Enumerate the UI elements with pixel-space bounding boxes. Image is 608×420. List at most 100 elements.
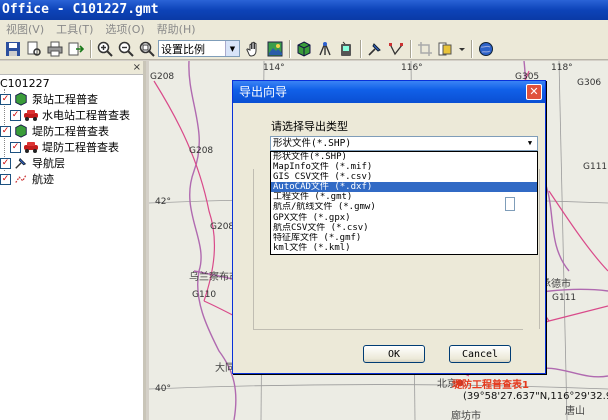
menu-options[interactable]: 选项(O)	[99, 20, 150, 38]
road-label: G208	[150, 72, 175, 82]
car-icon	[23, 140, 39, 154]
line-tool-button[interactable]	[386, 39, 406, 59]
road-label: G111	[583, 162, 608, 172]
tree-root-label: C101227	[0, 76, 50, 90]
list-item[interactable]: kml文件 (*.kml)	[271, 243, 537, 253]
crop-button[interactable]	[415, 39, 435, 59]
tree-item-embankment-group[interactable]: ✓ 堤防工程普查表	[0, 123, 109, 139]
export-icon	[68, 42, 84, 55]
gps-device-button[interactable]	[336, 39, 356, 59]
hand-icon	[246, 41, 257, 57]
ok-button[interactable]: OK	[363, 345, 425, 363]
zoom-in-icon	[97, 41, 113, 57]
marker-label: 堤防工程普查表1	[452, 380, 529, 391]
tree-root[interactable]: C101227	[0, 75, 50, 91]
list-item[interactable]: 航点CSV文件 (*.csv)	[271, 223, 537, 233]
export-type-combo[interactable]: 形状文件(*.SHP) ▼	[270, 136, 538, 151]
road-label: G111	[552, 293, 577, 303]
export-button[interactable]	[66, 39, 86, 59]
export-type-prompt: 请选择导出类型	[271, 120, 348, 133]
export-type-list[interactable]: 形状文件(*.SHP) MapInfo文件 (*.mif) GIS CSV文件 …	[270, 151, 538, 255]
globe-button[interactable]	[476, 39, 496, 59]
tree-item-track[interactable]: ✓ 航迹	[0, 171, 54, 187]
longitude-label: 114°	[263, 63, 285, 73]
road-label: G110	[192, 290, 217, 300]
save-icon	[6, 41, 20, 56]
export-type-selected: 形状文件(*.SHP)	[273, 138, 352, 149]
list-item[interactable]: 工程文件 (*.gmt)	[271, 192, 537, 202]
survey-button[interactable]	[315, 39, 335, 59]
chevron-down-icon[interactable]: ▼	[523, 137, 537, 150]
latitude-label: 40°	[155, 384, 171, 394]
polyline-icon	[389, 42, 403, 55]
globe-icon	[479, 41, 493, 56]
tree-item-pump-station[interactable]: ✓ 泵站工程普查	[0, 91, 98, 107]
layer-checkbox[interactable]: ✓	[10, 141, 21, 153]
print-preview-button[interactable]	[24, 39, 44, 59]
print-button[interactable]	[45, 39, 65, 59]
track-icon	[13, 172, 29, 186]
layer-checkbox[interactable]: ✓	[10, 109, 21, 121]
layer-tree-panel: × C101227 ✓ 泵站工程普查 ✓ 水电站工程普查表 ✓ 堤防工程普查表 …	[0, 61, 146, 420]
menu-view[interactable]: 视图(V)	[0, 20, 50, 38]
tree-item-navigation[interactable]: ✓ 导航层	[0, 155, 65, 171]
list-item[interactable]: GIS CSV文件 (*.csv)	[271, 172, 537, 182]
zoom-out-button[interactable]	[116, 39, 136, 59]
list-item[interactable]: GPX文件 (*.gpx)	[271, 213, 537, 223]
latitude-label: 42°	[155, 197, 171, 207]
gps-device-icon	[341, 41, 351, 56]
cancel-button[interactable]: Cancel	[449, 345, 511, 363]
cube-icon	[13, 124, 29, 138]
menu-help[interactable]: 帮助(H)	[151, 20, 202, 38]
zoom-out-icon	[118, 41, 134, 57]
list-item[interactable]: 形状文件(*.SHP)	[271, 152, 537, 162]
layer-settings-button[interactable]	[436, 39, 456, 59]
export-wizard-dialog: 导出向导 ✕ 请选择导出类型 形状文件(*.SHP) ▼ 形状文件(*.SHP)…	[232, 80, 546, 374]
tree-item-embankment[interactable]: ✓ 堤防工程普查表	[10, 139, 119, 155]
layer-dropdown-button[interactable]	[457, 39, 467, 59]
print-preview-icon	[27, 41, 41, 56]
main-toolbar: 设置比例 ▼	[0, 38, 608, 60]
zoom-in-button[interactable]	[95, 39, 115, 59]
app-title-bar: Office - C101227.gmt	[0, 0, 608, 20]
list-item[interactable]: MapInfo文件 (*.mif)	[271, 162, 537, 172]
zoom-extent-button[interactable]	[137, 39, 157, 59]
dialog-title: 导出向导	[239, 85, 288, 99]
pan-button[interactable]	[244, 39, 264, 59]
car-icon	[23, 108, 39, 122]
tree-item-hydropower[interactable]: ✓ 水电站工程普查表	[10, 107, 130, 123]
close-icon[interactable]: ×	[133, 61, 141, 75]
pin-button[interactable]	[365, 39, 385, 59]
road-label: G208	[210, 222, 235, 232]
menu-tools[interactable]: 工具(T)	[50, 20, 99, 38]
add-layer-button[interactable]	[294, 39, 314, 59]
crop-icon	[418, 41, 432, 56]
longitude-label: 116°	[401, 63, 423, 73]
list-item-selected[interactable]: AutoCAD文件 (*.dxf)	[271, 182, 537, 193]
layer-checkbox[interactable]: ✓	[0, 173, 11, 185]
road-label: G208	[189, 146, 214, 156]
chevron-down-icon	[459, 47, 465, 51]
save-button[interactable]	[3, 39, 23, 59]
layer-checkbox[interactable]: ✓	[0, 125, 11, 137]
scale-select[interactable]: 设置比例 ▼	[158, 40, 240, 57]
list-item[interactable]: 特征库文件 (*.gmf)	[271, 233, 537, 243]
layer-tree-header: ×	[0, 61, 143, 75]
app-title: Office - C101227.gmt	[2, 2, 159, 17]
zoom-extent-icon	[139, 41, 155, 57]
dialog-title-bar: 导出向导 ✕	[233, 81, 545, 103]
printer-icon	[47, 41, 63, 56]
pin-icon	[368, 42, 381, 56]
layer-checkbox[interactable]: ✓	[0, 157, 11, 169]
tripod-icon	[319, 41, 331, 55]
close-icon[interactable]: ✕	[526, 84, 542, 100]
menu-bar: 视图(V) 工具(T) 选项(O) 帮助(H)	[0, 20, 608, 38]
layer-checkbox[interactable]: ✓	[0, 93, 11, 105]
cube-icon	[13, 92, 29, 106]
map-image-icon	[267, 41, 283, 56]
layer-image-button[interactable]	[265, 39, 285, 59]
city-label: 廊坊市	[451, 411, 481, 420]
list-item[interactable]: 航点/航线文件 (*.gmw)	[271, 202, 537, 212]
layers-icon	[438, 42, 452, 55]
longitude-label: 118°	[551, 63, 573, 73]
